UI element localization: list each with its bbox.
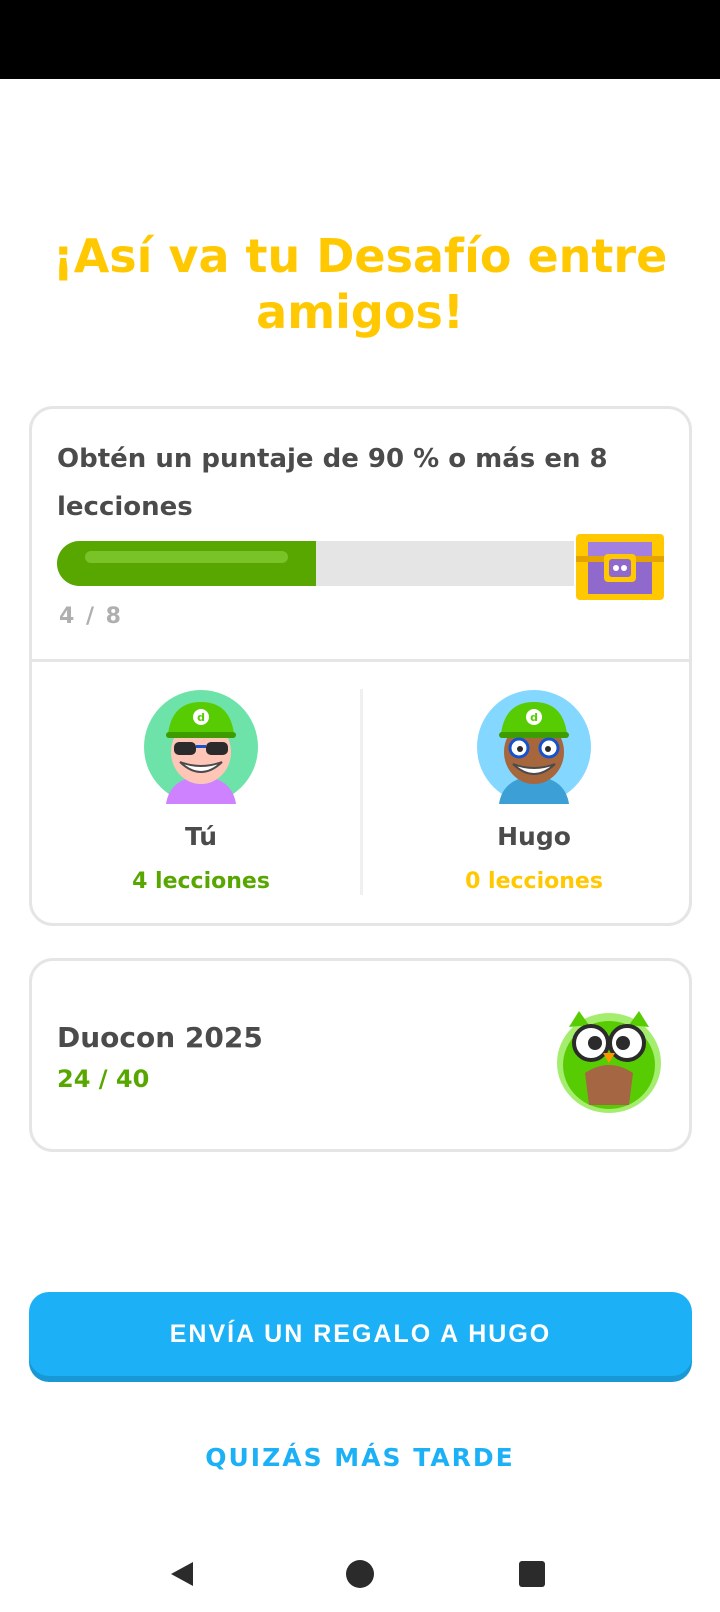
back-triangle-icon[interactable]	[150, 1542, 214, 1606]
duo-owl-icon	[557, 1011, 661, 1113]
svg-text:d: d	[530, 711, 538, 724]
players-divider	[360, 689, 363, 895]
player-name: Tú	[184, 822, 218, 851]
svg-text:d: d	[197, 711, 205, 724]
treasure-chest-icon	[576, 534, 664, 600]
player-lessons: 4 lecciones	[132, 869, 270, 894]
challenge-progress-bar	[57, 541, 574, 586]
status-bar	[0, 0, 720, 79]
card-divider	[32, 659, 689, 662]
player-friend: d Hugo 0 lecciones	[375, 690, 693, 894]
event-title: Duocon 2025	[57, 1021, 263, 1054]
challenge-progress-fill	[57, 541, 316, 586]
system-navigation-bar	[0, 1542, 720, 1606]
page-title: ¡Así va tu Desafío entre amigos!	[52, 229, 668, 339]
challenge-goal: Obtén un puntaje de 90 % o más en 8 lecc…	[57, 444, 608, 522]
player-name: Hugo	[497, 822, 571, 851]
event-card: Duocon 2025 24 / 40	[29, 958, 692, 1152]
friends-challenge-card: Obtén un puntaje de 90 % o más en 8 lecc…	[29, 406, 692, 926]
maybe-later-button[interactable]: QUIZÁS MÁS TARDE	[160, 1432, 560, 1482]
event-progress: 24 / 40	[57, 1065, 150, 1093]
avatar: d	[144, 690, 258, 804]
recents-square-icon[interactable]	[500, 1542, 564, 1606]
progress-highlight	[85, 551, 288, 563]
send-gift-button[interactable]: ENVÍA UN REGALO A HUGO	[29, 1292, 692, 1376]
challenge-progress-count: 4 / 8	[59, 604, 123, 629]
player-lessons: 0 lecciones	[465, 869, 603, 894]
home-circle-icon[interactable]	[328, 1542, 392, 1606]
player-you: d Tú 4 lecciones	[42, 690, 360, 894]
avatar: d	[477, 690, 591, 804]
